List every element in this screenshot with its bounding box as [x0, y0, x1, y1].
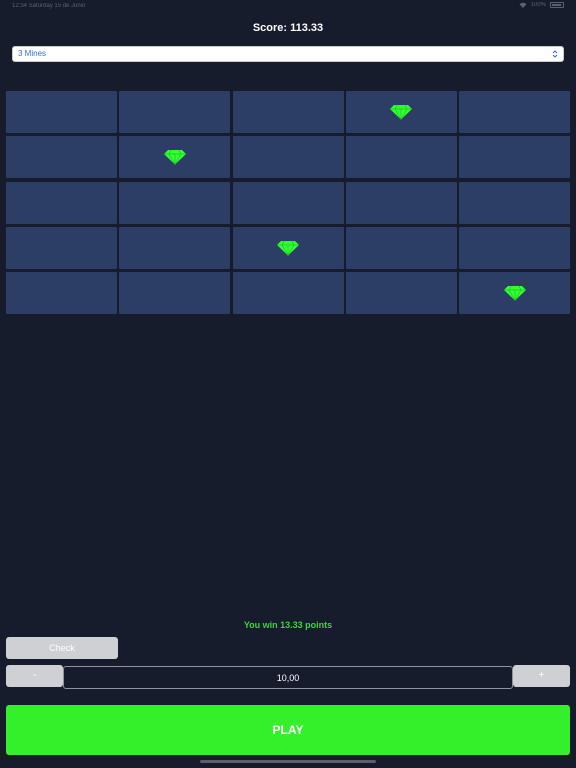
battery-percent: 100%: [530, 2, 546, 8]
grid-tile[interactable]: [459, 91, 570, 133]
grid-tile[interactable]: [119, 226, 231, 269]
grid-tile[interactable]: [345, 226, 457, 269]
grid-tile[interactable]: [459, 226, 570, 269]
gem-icon: [390, 104, 413, 120]
grid-tile[interactable]: [6, 226, 117, 269]
mines-select[interactable]: 3 Mines: [12, 46, 564, 62]
grid-tile[interactable]: [6, 136, 117, 179]
status-indicators: 100%: [519, 2, 564, 8]
gem-icon: [277, 240, 299, 256]
grid-tile[interactable]: [232, 91, 344, 133]
check-button[interactable]: Check: [6, 637, 118, 659]
battery-icon: [550, 2, 564, 8]
grid-tile[interactable]: [232, 272, 344, 314]
grid-tile[interactable]: [345, 181, 457, 224]
gem-icon: [163, 150, 186, 166]
grid-tile[interactable]: [232, 226, 344, 269]
grid-tile[interactable]: [119, 272, 231, 314]
grid-tile[interactable]: [459, 136, 570, 179]
score-display: Score: 113.33: [252, 22, 324, 34]
grid-tile[interactable]: [345, 91, 457, 133]
mines-select-value: 3 Mines: [18, 49, 47, 58]
play-button[interactable]: PLAY: [6, 705, 570, 755]
result-message: You win 13.33 points: [243, 620, 333, 630]
decrease-bet-button[interactable]: -: [6, 665, 63, 687]
grid-tile[interactable]: [6, 272, 117, 314]
status-bar: 12:34 Saturday 15 de Junio 100%: [0, 0, 576, 14]
grid-tile[interactable]: [6, 91, 117, 133]
gem-icon: [503, 285, 526, 301]
grid-tile[interactable]: [232, 136, 344, 179]
grid-tile[interactable]: [345, 272, 457, 314]
grid-tile[interactable]: [119, 91, 231, 133]
bet-amount-input[interactable]: [63, 666, 513, 689]
grid-tile[interactable]: [232, 181, 344, 224]
grid-tile[interactable]: [459, 272, 570, 314]
grid-tile[interactable]: [459, 181, 570, 224]
home-indicator: [200, 760, 376, 763]
increase-bet-button[interactable]: +: [513, 665, 570, 687]
wifi-icon: [519, 2, 527, 8]
chevron-updown-icon: [552, 50, 558, 58]
game-screen: 12:34 Saturday 15 de Junio 100% Score: 1…: [0, 0, 576, 768]
status-time-date: 12:34 Saturday 15 de Junio: [12, 3, 86, 9]
grid-tile[interactable]: [119, 136, 231, 179]
mine-grid: [6, 91, 570, 314]
grid-tile[interactable]: [345, 136, 457, 179]
grid-tile[interactable]: [119, 181, 231, 224]
grid-tile[interactable]: [6, 181, 117, 224]
